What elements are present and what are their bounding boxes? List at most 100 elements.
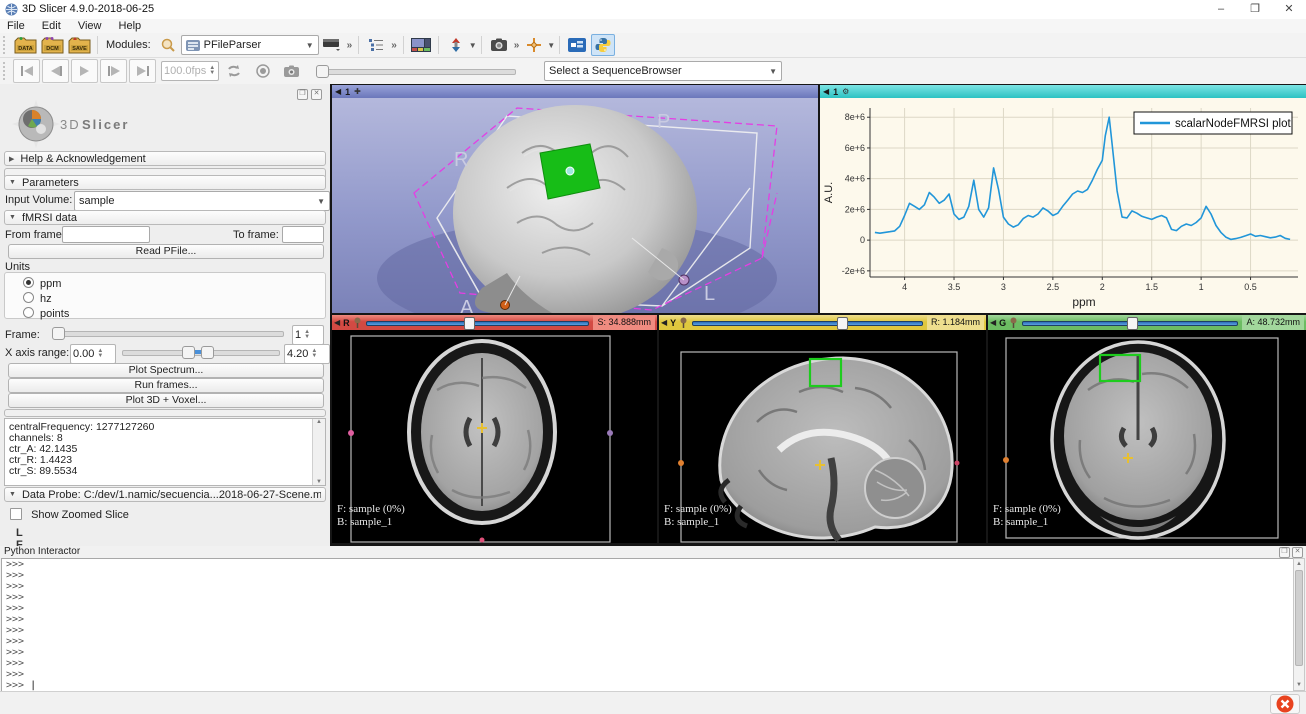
radio-points[interactable]: points bbox=[5, 305, 325, 320]
restore-button[interactable]: ❐ bbox=[1238, 0, 1272, 19]
frame-slider[interactable] bbox=[52, 327, 284, 339]
load-dicom-button[interactable]: DCM bbox=[40, 34, 65, 56]
pin-icon[interactable]: ⚙ bbox=[842, 87, 849, 96]
plot-3d-voxel-button[interactable]: Plot 3D + Voxel... bbox=[8, 393, 324, 408]
python-interactor-toggle-button[interactable] bbox=[591, 34, 615, 56]
from-frame-input[interactable] bbox=[62, 226, 150, 243]
menu-edit[interactable]: Edit bbox=[35, 19, 68, 33]
checkbox-icon[interactable] bbox=[10, 508, 22, 520]
toolbar-grip[interactable] bbox=[3, 62, 9, 80]
minimize-button[interactable]: – bbox=[1204, 0, 1238, 19]
radio-points-icon[interactable] bbox=[23, 307, 34, 318]
record-button[interactable] bbox=[249, 59, 276, 83]
python-interactor-header[interactable]: Python Interactor ❐ ✕ bbox=[0, 546, 1306, 558]
last-frame-button[interactable] bbox=[129, 59, 156, 83]
next-frame-button[interactable] bbox=[100, 59, 127, 83]
menu-view[interactable]: View bbox=[71, 19, 109, 33]
slice-bar-yellow[interactable]: ◀ Y R: 1.184mm bbox=[659, 315, 986, 330]
menu-file[interactable]: File bbox=[0, 19, 32, 33]
textarea-scrollbar[interactable]: ▲ ▼ bbox=[312, 419, 325, 485]
radio-ppm[interactable]: ppm bbox=[5, 273, 325, 290]
slice-viewport-yellow[interactable]: F: sample (0%)B: sample_1 bbox=[659, 330, 986, 543]
panel-float-icon[interactable]: ❐ bbox=[297, 89, 308, 100]
close-button[interactable]: ✕ bbox=[1272, 0, 1306, 19]
spin-arrows-icon[interactable]: ▲▼ bbox=[304, 330, 310, 340]
plot-view-header[interactable]: ◀ 1 ⚙ bbox=[820, 85, 1306, 98]
scroll-down-icon[interactable]: ▼ bbox=[1294, 680, 1304, 690]
threed-view-header[interactable]: ◀ 1 ✚ bbox=[332, 85, 818, 98]
first-frame-button[interactable] bbox=[13, 59, 40, 83]
title-bar[interactable]: 3D Slicer 4.9.0-2018-06-25 – ❐ ✕ bbox=[0, 0, 1306, 20]
input-volume-combobox[interactable]: sample ▼ bbox=[74, 191, 330, 211]
spectrum-chart[interactable]: -2e+602e+64e+66e+68e+643.532.521.510.5pp… bbox=[820, 98, 1306, 313]
xaxis-range-slider[interactable] bbox=[122, 346, 280, 358]
threed-viewport[interactable]: R P L A bbox=[332, 98, 818, 313]
slice-viewport-green[interactable]: F: sample (0%)B: sample_1 bbox=[988, 330, 1306, 543]
range-min-handle[interactable] bbox=[182, 346, 195, 359]
to-frame-input[interactable] bbox=[282, 226, 324, 243]
slice-label[interactable]: R bbox=[340, 318, 353, 328]
collapse-arrow-icon[interactable]: ◀ bbox=[823, 87, 829, 96]
xaxis-max-spinbox[interactable]: 4.20 ▲▼ bbox=[284, 344, 330, 364]
error-log-button[interactable] bbox=[1270, 694, 1300, 714]
scroll-down-icon[interactable]: ▼ bbox=[313, 479, 325, 485]
plot-view[interactable]: ◀ 1 ⚙ -2e+602e+64e+66e+68e+643.532.521.5… bbox=[820, 85, 1306, 313]
extensions-manager-button[interactable] bbox=[565, 34, 589, 56]
toolbar-overflow[interactable]: » bbox=[514, 40, 520, 51]
radio-hz-icon[interactable] bbox=[23, 292, 34, 303]
pin-icon[interactable] bbox=[679, 317, 688, 328]
scroll-up-icon[interactable]: ▲ bbox=[1294, 559, 1304, 569]
radio-hz[interactable]: hz bbox=[5, 290, 325, 305]
plot-spectrum-button[interactable]: Plot Spectrum... bbox=[8, 363, 324, 378]
toolbar-overflow[interactable]: » bbox=[347, 40, 353, 51]
crosshair-icon[interactable]: ✚ bbox=[354, 87, 361, 96]
xaxis-min-spinbox[interactable]: 0.00 ▲▼ bbox=[70, 344, 116, 364]
module-list-button[interactable] bbox=[364, 34, 388, 56]
pin-icon[interactable] bbox=[353, 317, 362, 328]
loop-button[interactable] bbox=[220, 59, 247, 83]
panel-close-icon[interactable]: ✕ bbox=[311, 89, 322, 100]
radio-ppm-icon[interactable] bbox=[23, 277, 34, 288]
metadata-textarea[interactable]: centralFrequency: 1277127260channels: 8c… bbox=[4, 418, 326, 486]
toolbar-grip[interactable] bbox=[3, 36, 9, 54]
crosshair-button[interactable] bbox=[522, 34, 546, 56]
menu-help[interactable]: Help bbox=[112, 19, 149, 33]
slice-offset-slider[interactable] bbox=[366, 318, 590, 327]
previous-frame-button[interactable] bbox=[42, 59, 69, 83]
sequence-slider[interactable] bbox=[316, 65, 516, 77]
pin-icon[interactable] bbox=[1009, 317, 1018, 328]
screenshot-button[interactable] bbox=[487, 34, 511, 56]
spin-arrows-icon[interactable]: ▲▼ bbox=[311, 349, 317, 359]
spin-arrows-icon[interactable]: ▲▼ bbox=[97, 349, 103, 359]
scroll-up-icon[interactable]: ▲ bbox=[313, 419, 325, 425]
frame-spinbox[interactable]: 1 ▲▼ bbox=[292, 325, 324, 345]
panel-float-icon[interactable]: ❐ bbox=[1279, 547, 1290, 558]
slice-bar-green[interactable]: ◀ G A: 48.732mm bbox=[988, 315, 1306, 330]
slice-label[interactable]: G bbox=[996, 318, 1009, 328]
fps-spinbox[interactable]: 100.0fps ▲▼ bbox=[161, 61, 219, 81]
python-console[interactable]: >>>>>>>>>>>>>>>>>>>>>>>>>>>>>>>>>>>> | bbox=[1, 558, 1295, 693]
toolbar-overflow[interactable]: » bbox=[391, 40, 397, 51]
slice-offset-slider[interactable] bbox=[1022, 318, 1238, 327]
threed-view[interactable]: ◀ 1 ✚ bbox=[332, 85, 818, 313]
sequence-browser-combobox[interactable]: Select a SequenceBrowser ▼ bbox=[544, 61, 782, 81]
frame-slider-handle[interactable] bbox=[52, 327, 65, 340]
console-scrollbar[interactable]: ▲ ▼ bbox=[1293, 558, 1305, 691]
slice-offset-slider[interactable] bbox=[692, 318, 923, 327]
layout-selector-button[interactable] bbox=[409, 34, 433, 56]
scrollbar-thumb[interactable] bbox=[1295, 570, 1303, 666]
slice-viewport-red[interactable]: F: sample (0%)B: sample_1 bbox=[332, 330, 657, 543]
slice-bar-red[interactable]: ◀ R S: 34.888mm bbox=[332, 315, 657, 330]
chevron-down-icon[interactable]: ▼ bbox=[547, 41, 555, 50]
snapshot-button[interactable] bbox=[278, 59, 305, 83]
slice-label[interactable]: Y bbox=[667, 318, 679, 328]
play-button[interactable] bbox=[71, 59, 98, 83]
fmrsi-data-section[interactable]: ▼ fMRSI data bbox=[4, 210, 326, 225]
help-acknowledgement-section[interactable]: ▶ Help & Acknowledgement bbox=[4, 151, 326, 166]
module-history-button[interactable] bbox=[320, 34, 344, 56]
module-selector-combobox[interactable]: PFileParser ▼ bbox=[181, 35, 319, 55]
data-probe-section[interactable]: ▼ Data Probe: C:/dev/1.namic/secuencia..… bbox=[4, 487, 326, 502]
run-frames-button[interactable]: Run frames... bbox=[8, 378, 324, 393]
module-search-icon[interactable] bbox=[156, 34, 180, 56]
spin-arrows-icon[interactable]: ▲▼ bbox=[209, 66, 215, 76]
